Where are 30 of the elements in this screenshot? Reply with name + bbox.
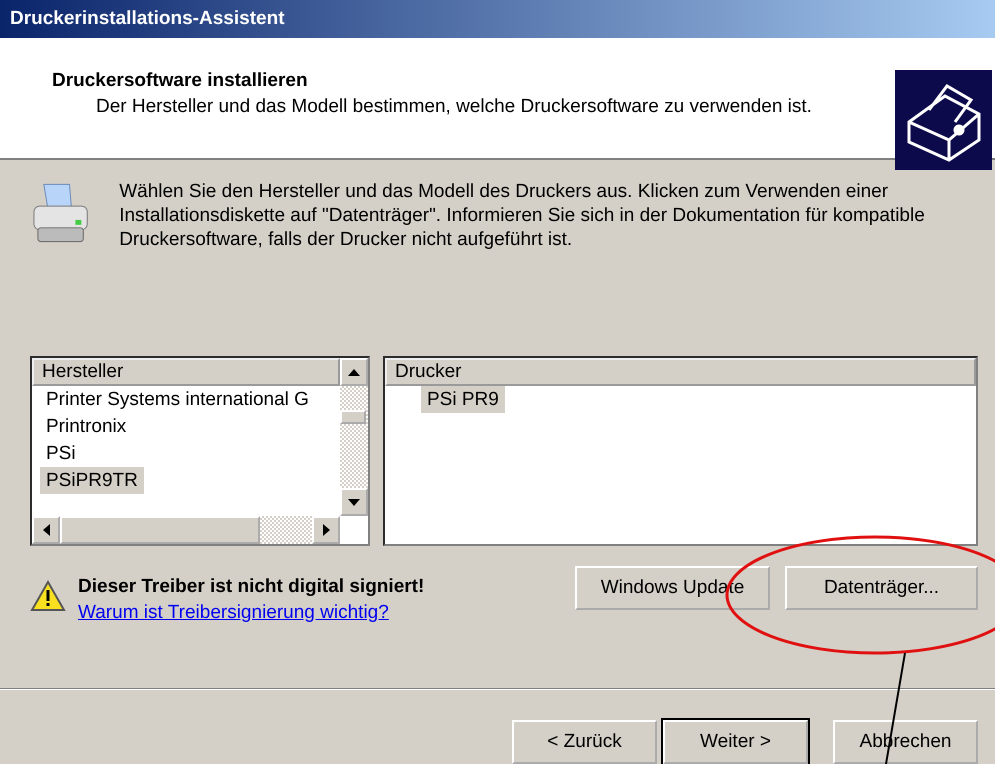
scroll-right-button[interactable] — [312, 516, 340, 544]
scroll-up-button[interactable] — [340, 358, 368, 386]
window-title: Druckerinstallations-Assistent — [10, 8, 285, 30]
manufacturer-list[interactable]: Hersteller Printer Systems international G Printronix PSi PSiPR9TR — [30, 356, 370, 546]
scroll-thumb[interactable] — [340, 410, 366, 424]
scroll-down-button[interactable] — [340, 488, 368, 516]
help-link[interactable]: Warum ist Treibersignierung wichtig? — [78, 602, 424, 624]
printer-item[interactable]: PSi PR9 — [421, 386, 505, 413]
scroll-thumb[interactable] — [60, 516, 260, 544]
column-header[interactable]: Hersteller — [32, 358, 340, 386]
back-button[interactable]: < Zurück — [512, 720, 657, 764]
warning-text: Dieser Treiber ist nicht digital signiert! — [78, 576, 424, 598]
header-title: Druckersoftware installieren — [52, 70, 309, 92]
header-subtitle: Der Hersteller und das Modell bestimmen, welche Druckersoftware zu verwenden ist. — [95, 96, 813, 118]
column-header[interactable]: Drucker — [385, 358, 976, 386]
instruction-text: Wählen Sie den Hersteller und das Modell des Druckers aus. Klicken zum Verwenden einer Installationsdiskette auf "Datenträger". Informieren Sie sich in der Dokumentation für kompatible Druckersoftware, falls der Drucker nicht aufgeführt ist. — [119, 180, 926, 252]
down-arrow-icon — [348, 498, 360, 506]
manufacturer-item[interactable]: PSi — [40, 440, 82, 467]
manufacturer-item[interactable]: Printer Systems international G — [40, 386, 315, 413]
next-button[interactable]: Weiter > — [663, 720, 808, 764]
printer-list[interactable]: Drucker PSi PR9 — [383, 356, 978, 546]
disk-button[interactable]: Datenträger... — [785, 566, 978, 610]
warning-icon — [30, 580, 66, 612]
left-arrow-icon — [42, 524, 50, 536]
right-arrow-icon — [322, 524, 330, 536]
scroll-left-button[interactable] — [32, 516, 60, 544]
up-arrow-icon — [348, 368, 360, 376]
manufacturer-item[interactable]: Printronix — [40, 413, 132, 440]
vertical-scrollbar[interactable] — [340, 358, 368, 516]
manufacturer-item[interactable]: PSiPR9TR — [40, 467, 144, 494]
